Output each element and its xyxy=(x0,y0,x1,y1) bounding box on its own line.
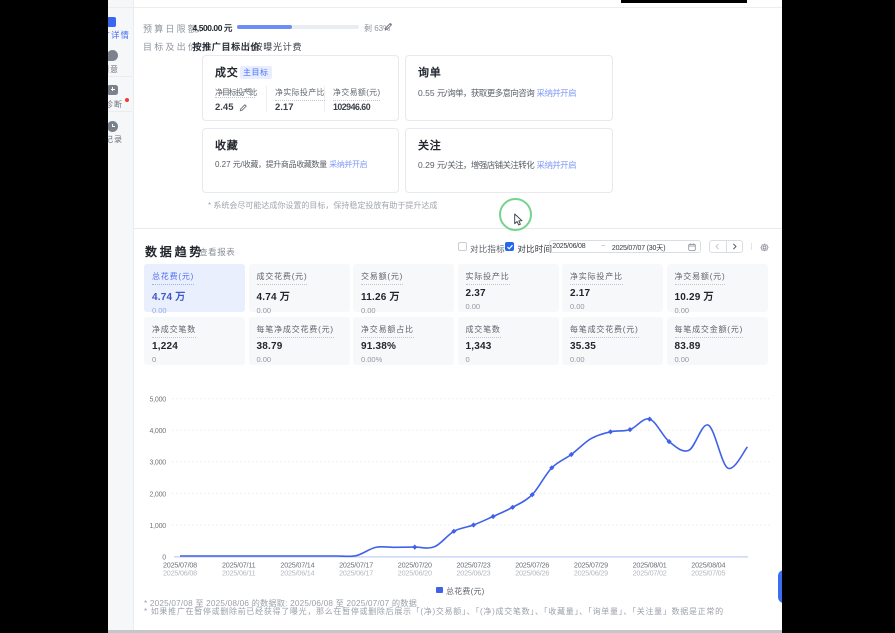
svg-text:3,000: 3,000 xyxy=(149,460,166,467)
svg-text:2025/07/02: 2025/07/02 xyxy=(633,569,667,578)
svg-text:4,000: 4,000 xyxy=(149,428,166,435)
svg-text:5,000: 5,000 xyxy=(149,397,166,404)
svg-text:2025/07/05: 2025/07/05 xyxy=(691,569,725,578)
svg-text:2025/06/17: 2025/06/17 xyxy=(339,569,373,578)
svg-text:2025/06/14: 2025/06/14 xyxy=(280,569,314,578)
svg-text:2025/06/23: 2025/06/23 xyxy=(457,569,491,578)
svg-text:2025/06/20: 2025/06/20 xyxy=(398,569,432,578)
svg-text:2,000: 2,000 xyxy=(149,491,166,498)
svg-text:2025/06/29: 2025/06/29 xyxy=(574,569,608,578)
svg-text:2025/06/26: 2025/06/26 xyxy=(515,569,549,578)
svg-text:2025/06/08: 2025/06/08 xyxy=(163,569,197,578)
svg-text:2025/06/11: 2025/06/11 xyxy=(222,569,256,578)
svg-text:1,000: 1,000 xyxy=(149,523,166,530)
